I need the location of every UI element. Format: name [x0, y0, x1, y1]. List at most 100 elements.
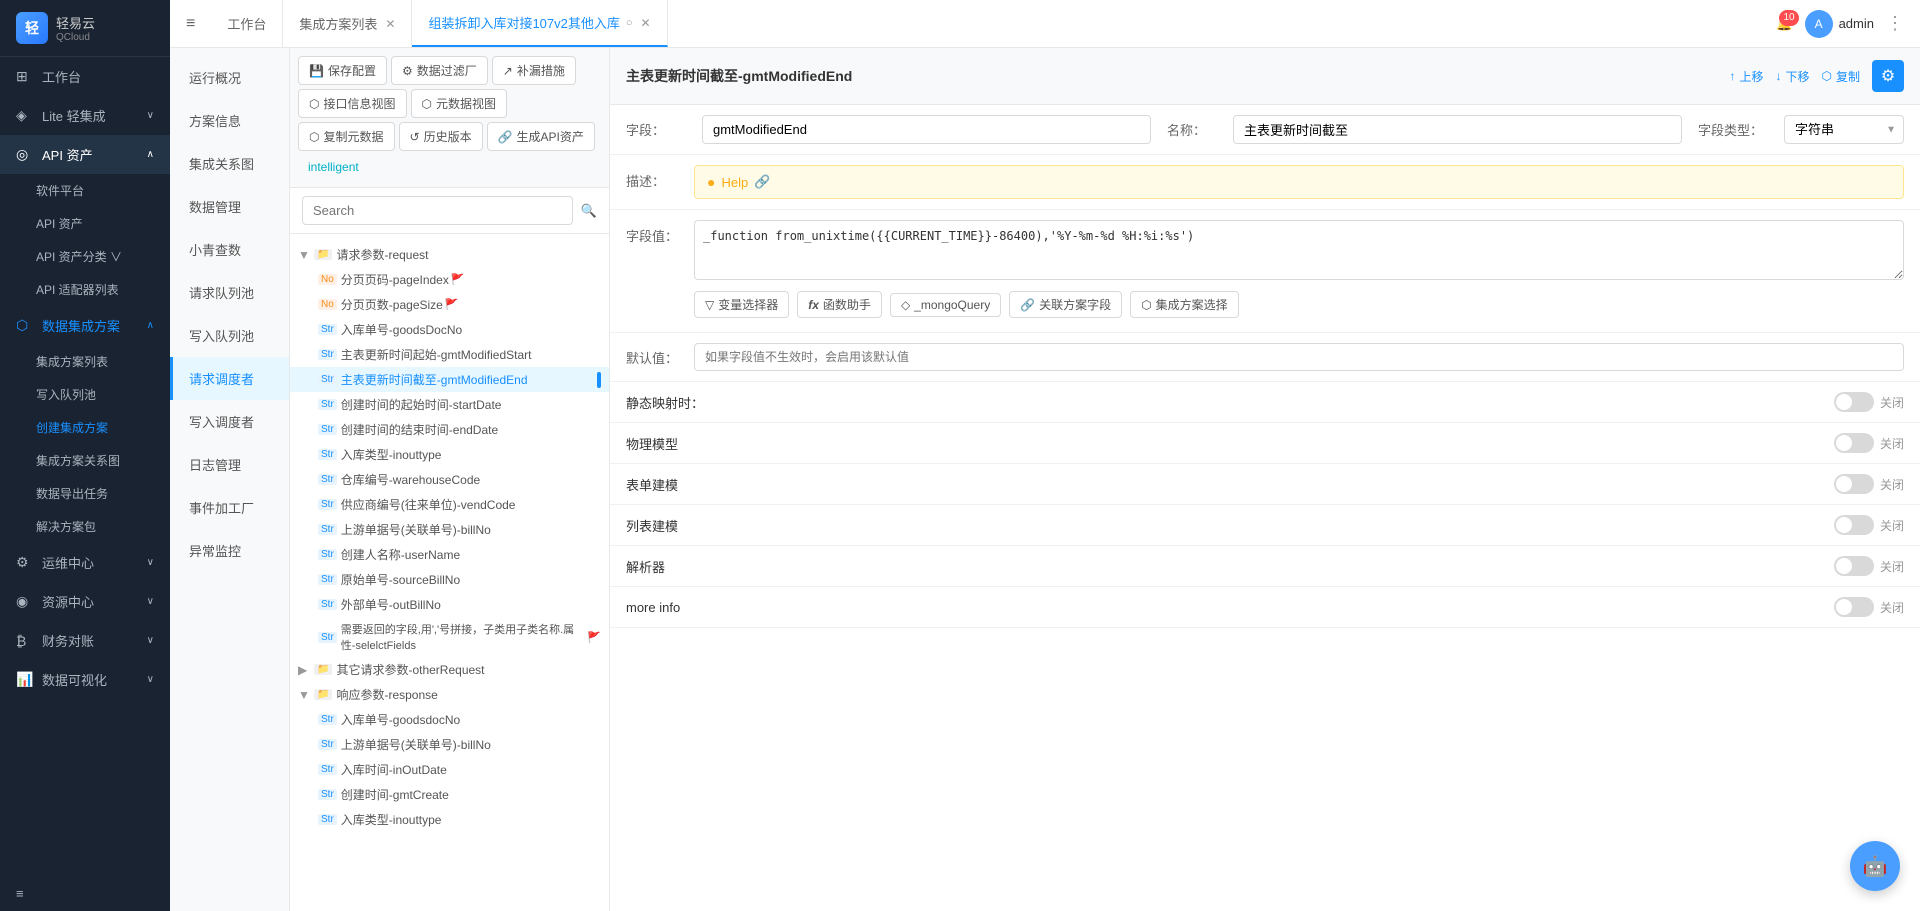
sidebar-item-resources[interactable]: ◉ 资源中心 ∨: [0, 582, 170, 621]
sidebar-item-ds-solution-pkg[interactable]: 解决方案包: [0, 510, 170, 543]
sidebar-item-api-platform[interactable]: 软件平台: [0, 174, 170, 207]
intelligent-button[interactable]: intelligent: [298, 155, 369, 179]
toggle-other-request[interactable]: ▶: [298, 663, 312, 677]
gear-button[interactable]: ⚙: [1872, 60, 1904, 92]
tree-node-inouttype-resp[interactable]: Str 入库类型-inouttype: [290, 807, 609, 832]
history-button[interactable]: ↺ 历史版本: [399, 122, 483, 151]
sidebar-item-ds-export[interactable]: 数据导出任务: [0, 477, 170, 510]
static-map-toggle[interactable]: 关闭: [1834, 392, 1904, 412]
save-config-button[interactable]: 💾 保存配置: [298, 56, 387, 85]
tab-solution-detail[interactable]: 组装拆卸入库对接107v2其他入库 ○ ✕: [412, 0, 667, 47]
tree-node-gmt-create[interactable]: Str 创建时间-gmtCreate: [290, 782, 609, 807]
field-value-input[interactable]: [702, 115, 1151, 144]
tree-node-gmt-start[interactable]: Str 主表更新时间起始-gmtModifiedStart: [290, 342, 609, 367]
user-menu[interactable]: A admin: [1805, 10, 1874, 38]
sidebar-item-ds-relations[interactable]: 集成方案关系图: [0, 444, 170, 477]
sidebar-item-ops[interactable]: ⚙ 运维中心 ∨: [0, 543, 170, 582]
physical-model-switch[interactable]: [1834, 433, 1874, 453]
tree-node-username[interactable]: Str 创建人名称-userName: [290, 542, 609, 567]
copy-data-button[interactable]: ⬡ 复制元数据: [298, 122, 395, 151]
more-info-toggle[interactable]: 关闭: [1834, 597, 1904, 617]
move-up-button[interactable]: ↑ 上移: [1729, 68, 1763, 85]
form-build-toggle[interactable]: 关闭: [1834, 474, 1904, 494]
tree-node-vend-code[interactable]: Str 供应商编号(往来单位)-vendCode: [290, 492, 609, 517]
notification-bell[interactable]: 🔔 10: [1776, 16, 1792, 32]
link-field-button[interactable]: 🔗 关联方案字段: [1009, 291, 1122, 318]
tree-node-goods-doc[interactable]: Str 入库单号-goodsDocNo: [290, 317, 609, 342]
var-selector-button[interactable]: ▽ 变量选择器: [694, 291, 789, 318]
sidebar-item-bottom[interactable]: ≡: [0, 876, 170, 911]
supplement-button[interactable]: ↗ 补漏措施: [492, 56, 576, 85]
tree-node-select-fields[interactable]: Str 需要返回的字段,用','号拼接，子类用子类名称.属性-selelctFi…: [290, 617, 609, 657]
sidebar-item-ds-write-queue[interactable]: 写入队列池: [0, 378, 170, 411]
sidebar-item-api-assets[interactable]: API 资产: [0, 207, 170, 240]
sidebar-item-data-vis[interactable]: 📊 数据可视化 ∨: [0, 660, 170, 699]
static-map-switch[interactable]: [1834, 392, 1874, 412]
tree-node-bill-no[interactable]: Str 上游单据号(关联单号)-billNo: [290, 517, 609, 542]
left-nav-integration-map[interactable]: 集成关系图: [170, 142, 289, 185]
left-nav-small-green[interactable]: 小青查数: [170, 228, 289, 271]
list-build-switch[interactable]: [1834, 515, 1874, 535]
field-name-input[interactable]: [1233, 115, 1682, 144]
more-info-switch[interactable]: [1834, 597, 1874, 617]
tree-node-out-bill[interactable]: Str 外部单号-outBillNo: [290, 592, 609, 617]
search-icon[interactable]: 🔍: [581, 203, 597, 219]
help-link[interactable]: 🔗: [754, 174, 770, 190]
list-build-toggle[interactable]: 关闭: [1834, 515, 1904, 535]
tree-node-page-index[interactable]: No 分页页码-pageIndex 🚩: [290, 267, 609, 292]
move-down-button[interactable]: ↓ 下移: [1775, 68, 1809, 85]
tab-workspace[interactable]: 工作台: [211, 0, 283, 47]
left-nav-solution-info[interactable]: 方案信息: [170, 99, 289, 142]
tree-node-request-params[interactable]: ▼ 📁 请求参数-request: [290, 242, 609, 267]
tree-node-source-bill[interactable]: Str 原始单号-sourceBillNo: [290, 567, 609, 592]
menu-toggle-icon[interactable]: ≡: [186, 15, 195, 33]
tree-node-page-size[interactable]: No 分页页数-pageSize 🚩: [290, 292, 609, 317]
tree-node-end-date[interactable]: Str 创建时间的结束时间-endDate: [290, 417, 609, 442]
sidebar-item-api-classify[interactable]: API 资产分类 ∨: [0, 240, 170, 273]
tree-node-response-params[interactable]: ▼ 📁 响应参数-response: [290, 682, 609, 707]
tree-node-warehouse-code[interactable]: Str 仓库编号-warehouseCode: [290, 467, 609, 492]
tree-node-other-request[interactable]: ▶ 📁 其它请求参数-otherRequest: [290, 657, 609, 682]
left-nav-event-factory[interactable]: 事件加工厂: [170, 486, 289, 529]
toggle-response-params[interactable]: ▼: [298, 688, 312, 702]
left-nav-write-debugger[interactable]: 写入调度者: [170, 400, 289, 443]
sidebar-item-finance[interactable]: ₿ 财务对账 ∨: [0, 621, 170, 660]
interface-view-button[interactable]: ⬡ 接口信息视图: [298, 89, 407, 118]
meta-view-button[interactable]: ⬡ 元数据视图: [411, 89, 508, 118]
tab-solution-list-close-icon[interactable]: ✕: [385, 17, 395, 31]
tree-node-start-date[interactable]: Str 创建时间的起始时间-startDate: [290, 392, 609, 417]
data-filter-button[interactable]: ⚙ 数据过滤厂: [391, 56, 488, 85]
left-nav-data-mgmt[interactable]: 数据管理: [170, 185, 289, 228]
tree-node-bill-no-resp[interactable]: Str 上游单据号(关联单号)-billNo: [290, 732, 609, 757]
toggle-request-params[interactable]: ▼: [298, 248, 312, 262]
assistant-button[interactable]: 🤖: [1850, 841, 1900, 891]
sidebar-item-ds-create[interactable]: 创建集成方案: [0, 411, 170, 444]
copy-field-button[interactable]: ⬡ 复制: [1822, 68, 1861, 85]
left-nav-request-queue[interactable]: 请求队列池: [170, 271, 289, 314]
sidebar-item-api[interactable]: ◎ API 资产 ∧: [0, 135, 170, 174]
parser-toggle[interactable]: 关闭: [1834, 556, 1904, 576]
left-nav-write-queue[interactable]: 写入队列池: [170, 314, 289, 357]
sidebar-item-ds-list[interactable]: 集成方案列表: [0, 345, 170, 378]
left-nav-log-mgmt[interactable]: 日志管理: [170, 443, 289, 486]
physical-model-toggle[interactable]: 关闭: [1834, 433, 1904, 453]
sidebar-item-lite[interactable]: ◈ Lite 轻集成 ∨: [0, 96, 170, 135]
func-helper-button[interactable]: fx 函数助手: [797, 291, 882, 318]
mongo-query-button[interactable]: ◇ _mongoQuery: [890, 293, 1001, 317]
tree-node-in-out-date[interactable]: Str 入库时间-inOutDate: [290, 757, 609, 782]
tab-solution-list[interactable]: 集成方案列表 ✕: [283, 0, 412, 47]
parser-switch[interactable]: [1834, 556, 1874, 576]
tree-node-gmt-end[interactable]: Str 主表更新时间截至-gmtModifiedEnd: [290, 367, 609, 392]
left-nav-anomaly-monitor[interactable]: 异常监控: [170, 529, 289, 572]
tab-solution-detail-close-icon[interactable]: ✕: [641, 16, 651, 30]
topbar-more-icon[interactable]: ⋮: [1886, 13, 1904, 34]
tree-node-goods-doc-no[interactable]: Str 入库单号-goodsdocNo: [290, 707, 609, 732]
gen-api-button[interactable]: 🔗 生成API资产: [487, 122, 595, 151]
solution-select-button[interactable]: ⬡ 集成方案选择: [1130, 291, 1239, 318]
tree-node-inout-type[interactable]: Str 入库类型-inouttype: [290, 442, 609, 467]
left-nav-overview[interactable]: 运行概况: [170, 56, 289, 99]
field-type-select[interactable]: 字符串 整数 浮点数 布尔 日期 对象 数组: [1784, 115, 1904, 144]
sidebar-item-data-solution[interactable]: ⬡ 数据集成方案 ∧: [0, 306, 170, 345]
left-nav-request-debugger[interactable]: 请求调度者: [170, 357, 289, 400]
sidebar-item-workspace[interactable]: ⊞ 工作台: [0, 57, 170, 96]
